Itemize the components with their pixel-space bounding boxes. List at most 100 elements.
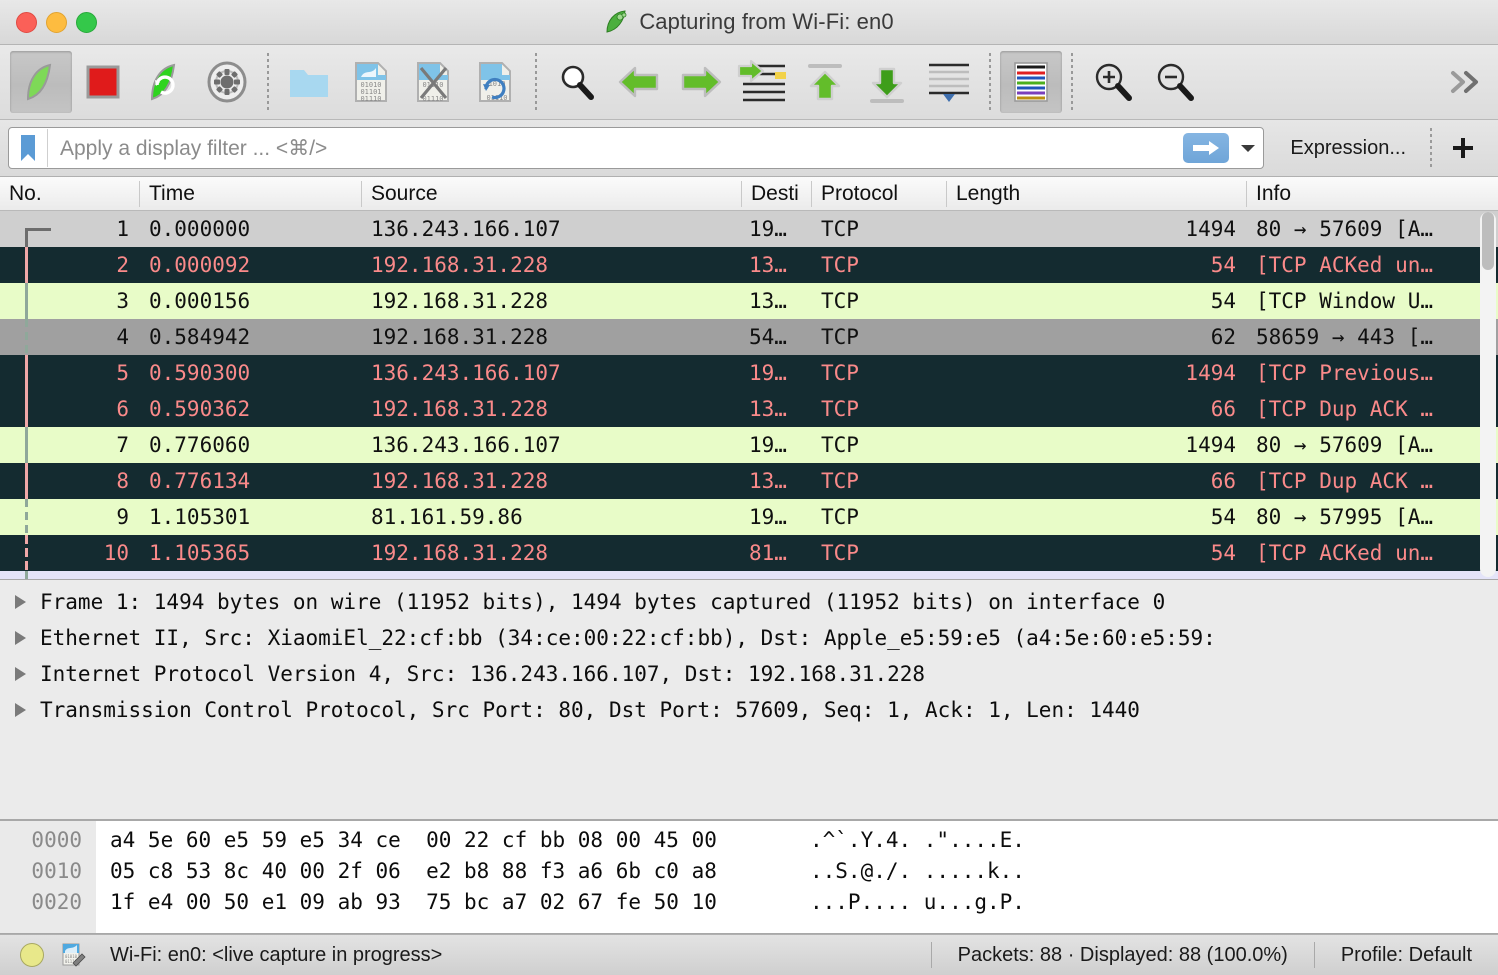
packet-row[interactable]: 3 0.000156 192.168.31.228 13… TCP 54 [TCP Wind…	[0, 283, 1498, 319]
wireshark-window: Capturing from Wi-Fi: en0 01010 01101 01…	[0, 0, 1498, 975]
toolbar-overflow-button[interactable]	[1444, 51, 1488, 113]
stop-capture-button[interactable]	[72, 51, 134, 113]
packet-list-pane[interactable]: No. Time Source Desti Protocol Length Info 1 0.…	[0, 177, 1498, 580]
packet-cell-info: Application D…	[1246, 577, 1498, 579]
go-to-packet-button[interactable]	[732, 51, 794, 113]
close-window-button[interactable]	[16, 11, 37, 33]
packet-cell-no: 4	[116, 325, 129, 349]
column-header-info[interactable]: Info	[1246, 180, 1498, 207]
filter-bookmark-button[interactable]	[9, 129, 48, 167]
go-to-last-button[interactable]	[856, 51, 918, 113]
column-header-dest[interactable]: Desti	[741, 180, 811, 207]
capture-options-button[interactable]	[196, 51, 258, 113]
go-to-first-button[interactable]	[794, 51, 856, 113]
save-file-icon: 01010 01101 01110	[355, 62, 387, 103]
expand-triangle-icon[interactable]	[0, 595, 40, 609]
packet-row[interactable]: 4 0.584942 192.168.31.228 54… TCP 62 58659 → 4…	[0, 319, 1498, 355]
packet-cell-dest: 19…	[749, 217, 787, 241]
open-file-button[interactable]	[278, 51, 340, 113]
expand-triangle-icon[interactable]	[0, 703, 40, 717]
hex-ascii: ..S.@./. .....k..	[810, 859, 1025, 883]
packet-row[interactable]: 111.105542192.168.31.22880…TLSv1660Appli…	[0, 571, 1498, 579]
restart-capture-button[interactable]	[134, 51, 196, 113]
column-header-time[interactable]: Time	[139, 180, 361, 207]
packet-detail-pane[interactable]: Frame 1: 1494 bytes on wire (11952 bits)…	[0, 580, 1498, 820]
hex-row[interactable]: 05 c8 53 8c 40 00 2f 06 e2 b8 88 f3 a6 6…	[96, 856, 1498, 887]
packet-row[interactable]: 9 1.105301 81.161.59.86 19… TCP 54 80 → 57995 …	[0, 499, 1498, 535]
hex-bytes-area[interactable]: a4 5e 60 e5 59 e5 34 ce 00 22 cf bb 08 0…	[96, 821, 1498, 933]
zoom-out-button[interactable]	[1144, 51, 1206, 113]
chevron-double-right-icon	[1451, 71, 1478, 93]
minimize-window-button[interactable]	[46, 11, 67, 33]
filter-history-dropdown[interactable]	[1233, 129, 1263, 167]
packet-row[interactable]: 1 0.000000 136.243.166.107 19… TCP 1494 80 → 5…	[0, 211, 1498, 247]
toolbar-separator	[1071, 53, 1073, 111]
packet-cell-length: 54	[1210, 253, 1236, 277]
tcp-stream-marker	[25, 391, 28, 427]
packet-cell-length: 66	[1210, 469, 1236, 493]
apply-filter-button[interactable]	[1183, 133, 1230, 163]
packet-list-scrollbar[interactable]	[1480, 212, 1496, 577]
packet-row[interactable]: 6 0.590362 192.168.31.228 13… TCP 66 [TCP Dup …	[0, 391, 1498, 427]
zoom-out-icon	[1157, 63, 1194, 101]
packet-cell-dest: 80…	[741, 577, 811, 579]
go-forward-button[interactable]	[670, 51, 732, 113]
expert-info-yellow-icon[interactable]	[20, 943, 44, 967]
packet-row[interactable]: 7 0.776060 136.243.166.107 19… TCP 1494 80 → 5…	[0, 427, 1498, 463]
packet-cell-info: [TCP Dup ACK …	[1256, 469, 1434, 493]
packet-cell-source: 192.168.31.228	[371, 469, 549, 493]
packet-cell-length: 660	[946, 577, 1246, 579]
capture-file-icon[interactable]: 01010 01110	[60, 942, 86, 968]
column-header-source[interactable]: Source	[361, 180, 741, 207]
detail-row[interactable]: Internet Protocol Version 4, Src: 136.24…	[0, 656, 1498, 692]
packet-row[interactable]: 10 1.105365 192.168.31.228 81… TCP 54 [TCP ACK…	[0, 535, 1498, 571]
tcp-stream-marker	[25, 535, 28, 571]
zoom-in-button[interactable]	[1082, 51, 1144, 113]
packet-row[interactable]: 2 0.000092 192.168.31.228 13… TCP 54 [TCP ACKe…	[0, 247, 1498, 283]
packet-row[interactable]: 5 0.590300 136.243.166.107 19… TCP 1494 [TCP P…	[0, 355, 1498, 391]
detail-row[interactable]: Transmission Control Protocol, Src Port:…	[0, 692, 1498, 728]
detail-row[interactable]: Frame 1: 1494 bytes on wire (11952 bits)…	[0, 584, 1498, 620]
status-profile-label[interactable]: Profile: Default	[1315, 944, 1498, 967]
packet-cell-info: [TCP ACKed un…	[1256, 253, 1434, 277]
packet-list-rows[interactable]: 1 0.000000 136.243.166.107 19… TCP 1494 80 → 5…	[0, 211, 1498, 579]
auto-scroll-button[interactable]	[918, 51, 980, 113]
add-filter-button[interactable]	[1436, 126, 1490, 170]
tcp-stream-marker	[25, 228, 51, 247]
packet-row[interactable]: 8 0.776134 192.168.31.228 13… TCP 66 [TCP Dup …	[0, 463, 1498, 499]
title-bar: Capturing from Wi-Fi: en0	[0, 0, 1498, 45]
detail-row[interactable]: Ethernet II, Src: XiaomiEl_22:cf:bb (34:…	[0, 620, 1498, 656]
filter-expression-button[interactable]: Expression...	[1264, 137, 1426, 160]
packet-cell-no: 5	[116, 361, 129, 385]
go-back-button[interactable]	[608, 51, 670, 113]
folder-icon	[290, 70, 328, 97]
packet-cell-length: 66	[1210, 397, 1236, 421]
arrow-up-first-icon	[808, 64, 842, 101]
expand-triangle-icon[interactable]	[0, 667, 40, 681]
packet-cell-protocol: TCP	[821, 505, 859, 529]
start-capture-button[interactable]	[10, 51, 72, 113]
packet-list-scrollbar-thumb[interactable]	[1482, 212, 1494, 270]
packet-cell-no: 7	[116, 433, 129, 457]
reload-file-button[interactable]: 1010 01110	[464, 51, 526, 113]
save-file-button[interactable]: 01010 01101 01110	[340, 51, 402, 113]
display-filter-input[interactable]: Apply a display filter ... <⌘/>	[48, 136, 1183, 161]
maximize-window-button[interactable]	[76, 11, 97, 33]
packet-bytes-pane[interactable]: 0000 0010 0020 a4 5e 60 e5 59 e5 34 ce 00 …	[0, 821, 1498, 934]
packet-cell-info: [TCP Dup ACK …	[1256, 397, 1434, 421]
display-filter-input-wrapper[interactable]: Apply a display filter ... <⌘/>	[8, 127, 1265, 169]
column-header-protocol[interactable]: Protocol	[811, 180, 946, 207]
hex-row[interactable]: 1f e4 00 50 e1 09 ab 93 75 bc a7 02 67 f…	[96, 887, 1498, 918]
find-packet-button[interactable]	[546, 51, 608, 113]
hex-ascii: .^`.Y.4. ."....E.	[810, 828, 1025, 852]
close-file-button[interactable]: 01010 01110	[402, 51, 464, 113]
expand-triangle-icon[interactable]	[0, 631, 40, 645]
column-header-length[interactable]: Length	[946, 180, 1246, 207]
packet-cell-source: 192.168.31.228	[371, 253, 549, 277]
packet-cell-info: 58659 → 443 […	[1256, 325, 1434, 349]
colorize-packets-button[interactable]	[1000, 51, 1062, 113]
hex-ascii: ...P.... u...g.P.	[810, 890, 1025, 914]
column-header-no[interactable]: No.	[0, 181, 139, 207]
hex-row[interactable]: a4 5e 60 e5 59 e5 34 ce 00 22 cf bb 08 0…	[96, 825, 1498, 856]
packet-cell-dest: 19…	[749, 433, 787, 457]
